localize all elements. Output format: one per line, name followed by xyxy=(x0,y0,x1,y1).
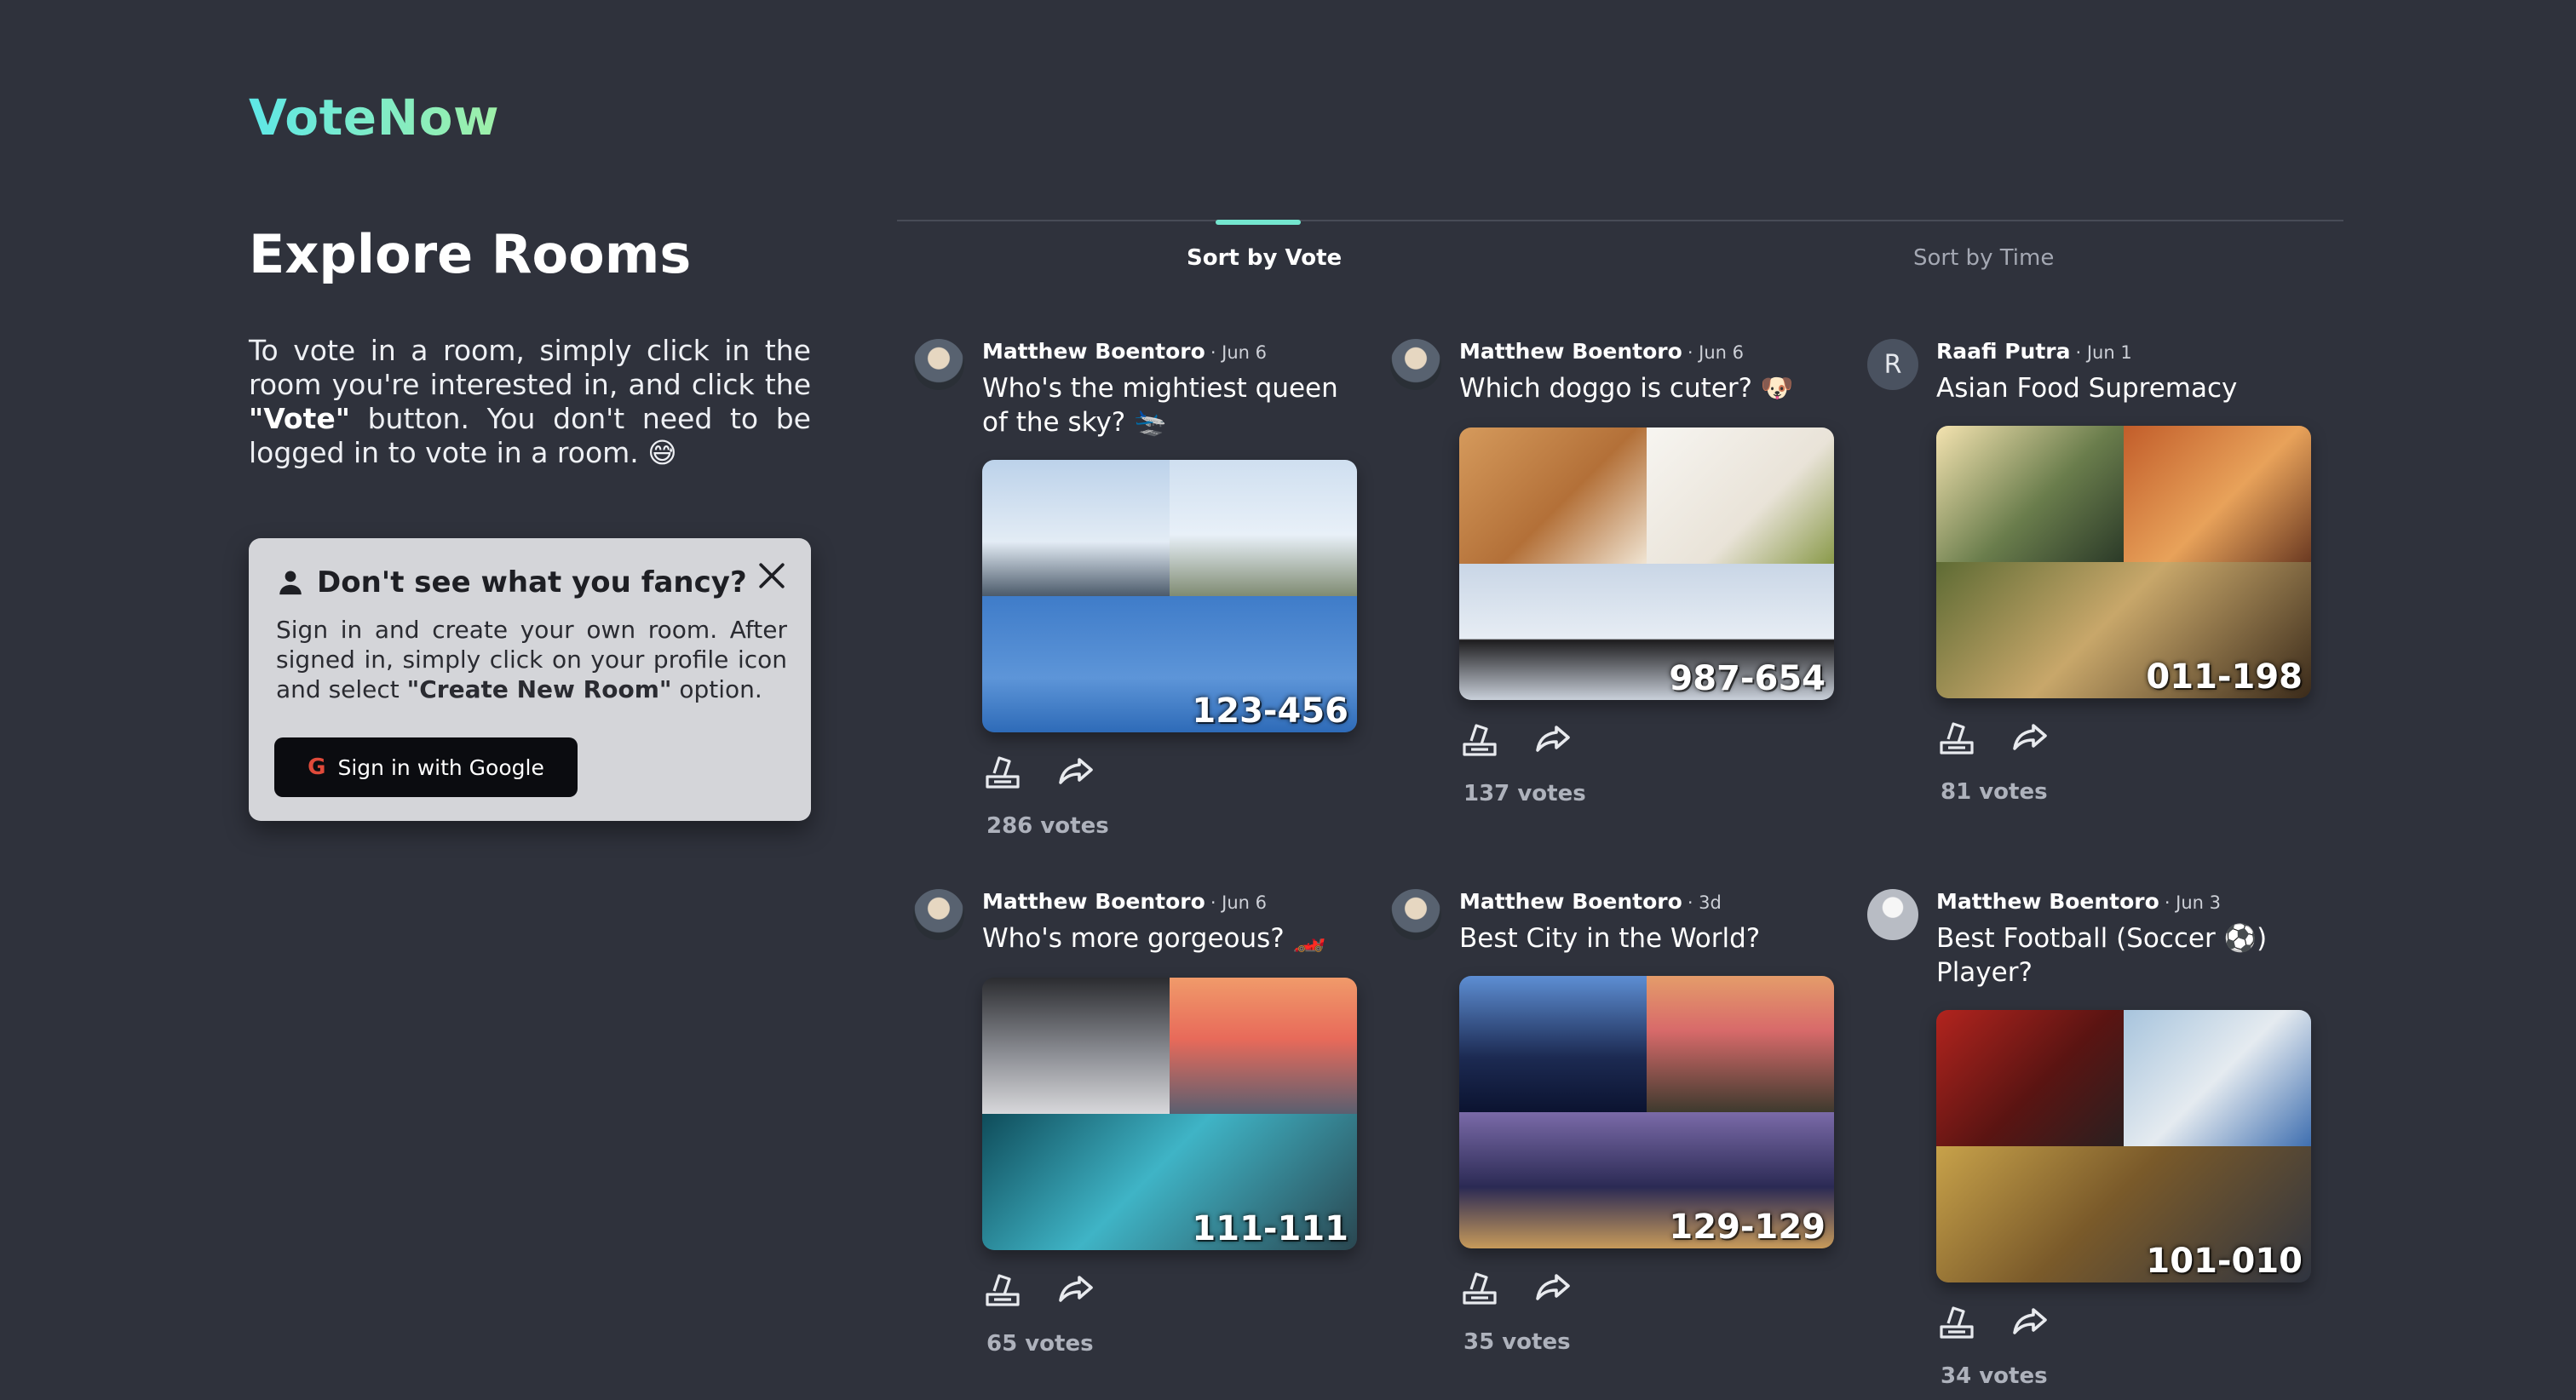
create-room-callout: Don't see what you fancy? Sign in and cr… xyxy=(249,538,811,821)
option-image xyxy=(1170,460,1357,596)
vote-icon[interactable] xyxy=(1459,1267,1500,1308)
share-icon[interactable] xyxy=(1055,751,1096,792)
google-icon: G xyxy=(308,755,326,780)
page-title: Explore Rooms xyxy=(249,223,692,285)
option-image xyxy=(1170,978,1357,1114)
vote-count: 137 votes xyxy=(1463,781,1586,806)
author-name: Raafi Putra xyxy=(1936,339,2071,364)
author-avatar xyxy=(1390,889,1441,940)
room-question[interactable]: Best Football (Soccer ⚽) Player? xyxy=(1936,921,2320,990)
vote-icon[interactable] xyxy=(982,751,1023,792)
room-actions xyxy=(982,1269,1096,1310)
option-image xyxy=(1936,1010,2124,1146)
room-date: · Jun 6 xyxy=(1687,342,1745,363)
room-card[interactable]: Matthew Boentoro · Jun 6 Who's more gorgeo… xyxy=(913,889,1357,1357)
room-code: 111-111 xyxy=(1192,1209,1348,1248)
author-name: Matthew Boentoro xyxy=(1936,889,2159,914)
room-card[interactable]: Matthew Boentoro · Jun 6 Who's the mightie… xyxy=(913,339,1357,839)
option-image xyxy=(2124,1010,2311,1146)
callout-title: Don't see what you fancy? xyxy=(317,565,747,600)
option-image xyxy=(1936,426,2124,562)
author-name: Matthew Boentoro xyxy=(1459,889,1682,914)
room-question[interactable]: Asian Food Supremacy xyxy=(1936,371,2320,405)
option-image xyxy=(982,460,1170,596)
author-avatar xyxy=(1390,339,1441,390)
room-card[interactable]: Matthew Boentoro · Jun 6 Which doggo is cu… xyxy=(1390,339,1834,806)
tab-bar xyxy=(897,220,2343,221)
share-icon[interactable] xyxy=(1532,719,1573,760)
room-question[interactable]: Best City in the World? xyxy=(1459,921,1843,955)
room-date: · Jun 3 xyxy=(2164,892,2222,913)
tab-sort-by-vote[interactable]: Sort by Vote xyxy=(1187,245,1342,271)
room-meta: Matthew Boentoro · 3d xyxy=(1459,889,1722,914)
vote-count: 81 votes xyxy=(1941,779,2048,805)
room-meta: Matthew Boentoro · Jun 6 xyxy=(982,339,1267,364)
share-icon[interactable] xyxy=(2010,717,2050,758)
room-code: 129-129 xyxy=(1669,1208,1826,1247)
close-icon[interactable] xyxy=(753,557,791,594)
google-signin-label: Sign in with Google xyxy=(337,755,544,780)
vote-icon[interactable] xyxy=(1936,717,1977,758)
option-image xyxy=(1647,976,1834,1112)
vote-count: 35 votes xyxy=(1463,1329,1571,1355)
share-icon[interactable] xyxy=(1532,1267,1573,1308)
active-tab-indicator xyxy=(1216,220,1301,225)
room-code: 101-010 xyxy=(2146,1242,2303,1281)
author-avatar xyxy=(1867,889,1918,940)
intro-text: To vote in a room, simply click in the r… xyxy=(249,334,811,469)
room-actions xyxy=(1459,719,1573,760)
author-name: Matthew Boentoro xyxy=(1459,339,1682,364)
room-image-collage[interactable]: 011-198 xyxy=(1936,426,2311,698)
room-image-collage[interactable]: 101-010 xyxy=(1936,1010,2311,1282)
room-image-collage[interactable]: 123-456 xyxy=(982,460,1357,732)
author-avatar xyxy=(913,889,964,940)
room-image-collage[interactable]: 111-111 xyxy=(982,978,1357,1250)
vote-count: 286 votes xyxy=(986,813,1109,839)
tab-sort-by-time[interactable]: Sort by Time xyxy=(1913,245,2054,271)
room-meta: Matthew Boentoro · Jun 6 xyxy=(982,889,1267,914)
vote-icon[interactable] xyxy=(1459,719,1500,760)
vote-count: 65 votes xyxy=(986,1331,1094,1357)
option-image xyxy=(1647,427,1834,564)
option-image xyxy=(982,978,1170,1114)
room-question[interactable]: Which doggo is cuter? 🐶 xyxy=(1459,371,1843,405)
callout-text: Sign in and create your own room. After … xyxy=(276,616,787,703)
room-card[interactable]: R Raafi Putra · Jun 1 Asian Food Supremacy 0… xyxy=(1867,339,2311,805)
room-card[interactable]: Matthew Boentoro · 3d Best City in the Wor… xyxy=(1390,889,1834,1355)
google-signin-button[interactable]: G Sign in with Google xyxy=(274,737,578,797)
author-name: Matthew Boentoro xyxy=(982,889,1205,914)
author-name: Matthew Boentoro xyxy=(982,339,1205,364)
room-date: · Jun 6 xyxy=(1210,342,1268,363)
room-code: 987-654 xyxy=(1669,659,1826,698)
person-icon xyxy=(279,571,302,595)
room-card[interactable]: Matthew Boentoro · Jun 3 Best Football (So… xyxy=(1867,889,2311,1389)
room-actions xyxy=(1936,1301,2050,1342)
room-actions xyxy=(1936,717,2050,758)
room-date: · Jun 6 xyxy=(1210,892,1268,913)
author-avatar xyxy=(913,339,964,390)
option-image xyxy=(2124,426,2311,562)
share-icon[interactable] xyxy=(2010,1301,2050,1342)
room-question[interactable]: Who's the mightiest queen of the sky? 🛬 xyxy=(982,371,1366,439)
room-actions xyxy=(1459,1267,1573,1308)
author-avatar: R xyxy=(1867,339,1918,390)
room-question[interactable]: Who's more gorgeous? 🏎️ xyxy=(982,921,1366,955)
room-date: · Jun 1 xyxy=(2075,342,2132,363)
room-code: 123-456 xyxy=(1192,691,1348,731)
room-date: · 3d xyxy=(1687,892,1722,913)
room-code: 011-198 xyxy=(2146,657,2303,697)
room-meta: Matthew Boentoro · Jun 3 xyxy=(1936,889,2221,914)
vote-icon[interactable] xyxy=(1936,1301,1977,1342)
room-meta: Raafi Putra · Jun 1 xyxy=(1936,339,2132,364)
room-image-collage[interactable]: 129-129 xyxy=(1459,976,1834,1248)
room-meta: Matthew Boentoro · Jun 6 xyxy=(1459,339,1744,364)
option-image xyxy=(1459,976,1647,1112)
option-image xyxy=(1459,427,1647,564)
vote-icon[interactable] xyxy=(982,1269,1023,1310)
share-icon[interactable] xyxy=(1055,1269,1096,1310)
app-logo[interactable]: VoteNow xyxy=(249,89,499,146)
vote-count: 34 votes xyxy=(1941,1363,2048,1389)
room-actions xyxy=(982,751,1096,792)
room-image-collage[interactable]: 987-654 xyxy=(1459,427,1834,700)
